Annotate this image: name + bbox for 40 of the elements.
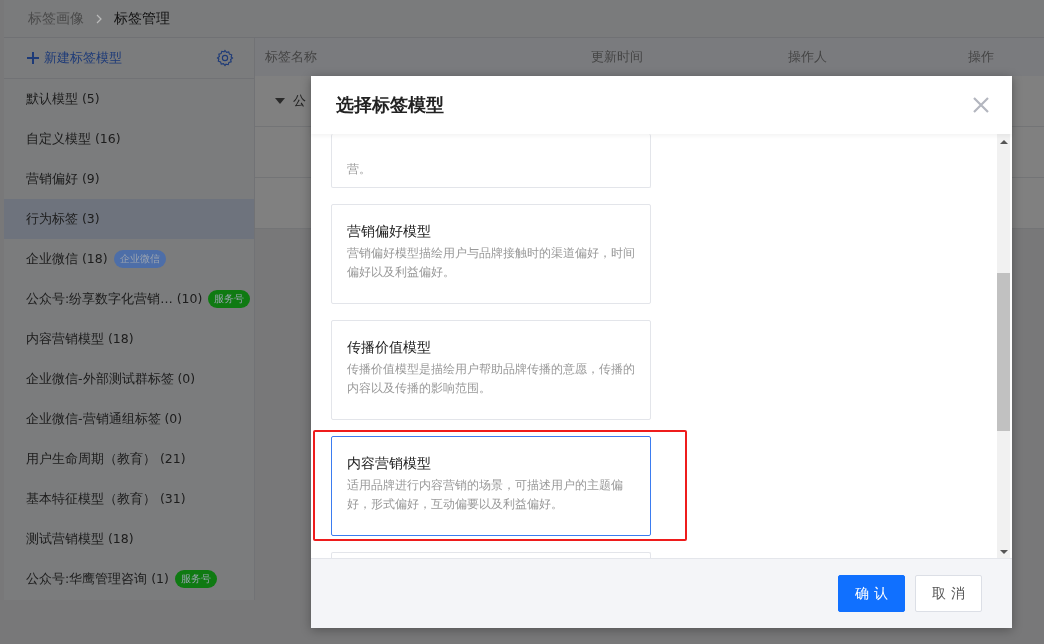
sidebar-item[interactable]: 用户生命周期（教育） (21) xyxy=(4,439,254,479)
scrollbar[interactable] xyxy=(997,134,1010,558)
card-title: 内容营销模型 xyxy=(347,455,432,473)
sidebar-item[interactable]: 内容营销模型 (18) xyxy=(4,319,254,359)
sidebar-item[interactable]: 公众号:华鹰管理咨询 (1) 服务号 xyxy=(4,559,254,599)
sidebar-item[interactable]: 企业微信 (18) 企业微信 xyxy=(4,239,254,279)
card-description: 营销偏好模型描绘用户与品牌接触时的渠道偏好，时间偏好以及利益偏好。 xyxy=(347,245,635,281)
tag: 服务号 xyxy=(208,290,251,308)
breadcrumb-item: 标签管理 xyxy=(114,9,170,28)
new-model-button[interactable]: 新建标签模型 xyxy=(27,49,122,67)
table-cell: 公 xyxy=(293,92,306,110)
card-description: 适用品牌进行内容营销的场景，可描述用户的主题偏好，形式偏好，互动偏要以及利益偏好。 xyxy=(347,477,624,513)
confirm-button[interactable]: 确 认 xyxy=(838,575,905,612)
caret-icon[interactable] xyxy=(275,97,285,105)
sidebar-item[interactable]: 默认模型 (5) xyxy=(4,79,254,119)
sidebar-item[interactable]: 企业微信-外部测试群标签 (0) xyxy=(4,359,254,399)
sidebar-item[interactable]: 自定义模型 (16) xyxy=(4,119,254,159)
model-card[interactable]: 营销偏好模型 营销偏好模型描绘用户与品牌接触时的渠道偏好，时间偏好以及利益偏好。 xyxy=(331,204,651,304)
close-icon[interactable] xyxy=(973,97,989,113)
cancel-button[interactable]: 取 消 xyxy=(915,575,982,612)
sidebar-item[interactable]: 企业微信-营销通组标签 (0) xyxy=(4,399,254,439)
dialog-title: 选择标签模型 xyxy=(336,93,444,117)
sidebar-item[interactable]: 基本特征模型（教育） (31) xyxy=(4,479,254,519)
sidebar-item[interactable]: 公众号:纷享数字化营销… (10) 服务号 xyxy=(4,279,254,319)
sidebar-item[interactable]: 行为标签 (3) xyxy=(4,199,254,239)
model-card[interactable]: 营。 xyxy=(331,134,651,188)
scrollbar-thumb[interactable] xyxy=(997,273,1010,431)
model-card[interactable]: 内容营销模型 适用品牌进行内容营销的场景，可描述用户的主题偏好，形式偏好，互动偏要以及利益偏好。 xyxy=(331,436,651,536)
model-card[interactable]: 传播价值模型 传播价值模型是描绘用户帮助品牌传播的意愿，传播的内容以及传播的影响范围。 xyxy=(331,320,651,420)
tag: 服务号 xyxy=(174,570,217,588)
card-description: 传播价值模型是描绘用户帮助品牌传播的意愿，传播的内容以及传播的影响范围。 xyxy=(347,361,635,397)
card-title: 营销偏好模型 xyxy=(347,223,432,241)
settings-icon[interactable] xyxy=(216,49,234,67)
chevron-right-icon xyxy=(96,13,102,24)
sidebar-item[interactable]: 测试营销模型 (18) xyxy=(4,519,254,559)
sidebar-item[interactable]: 营销偏好 (9) xyxy=(4,159,254,199)
card-description: 营。 xyxy=(347,161,371,178)
card-title: 传播价值模型 xyxy=(347,339,432,357)
tag: 企业微信 xyxy=(113,250,166,268)
plus-icon xyxy=(27,52,39,64)
